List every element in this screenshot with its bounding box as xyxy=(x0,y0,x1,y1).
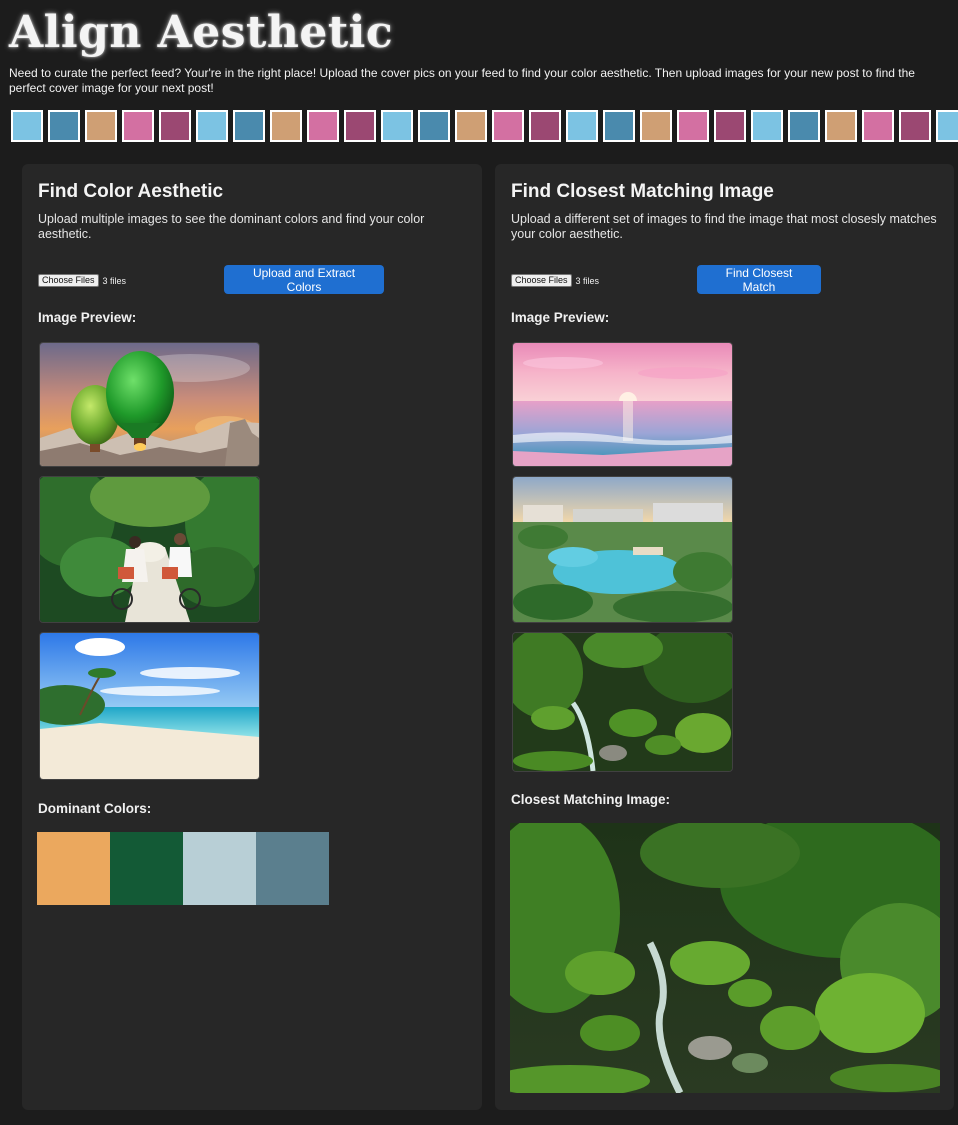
dominant-color-swatch xyxy=(110,832,183,905)
file-count-status: 3 files xyxy=(102,275,127,286)
dominant-colors-palette xyxy=(37,832,329,905)
preview-image-resort xyxy=(513,477,732,622)
aesthetic-swatch xyxy=(11,110,43,142)
aesthetic-swatch xyxy=(270,110,302,142)
choose-files-button[interactable]: Choose Files xyxy=(38,274,99,287)
find-closest-match-panel: Find Closest Matching Image Upload a dif… xyxy=(495,164,954,1110)
aesthetic-swatch xyxy=(899,110,931,142)
aesthetic-swatch xyxy=(307,110,339,142)
dominant-color-swatch xyxy=(183,832,256,905)
aesthetic-swatch xyxy=(640,110,672,142)
aesthetic-swatch xyxy=(714,110,746,142)
upload-extract-colors-button[interactable]: Upload and Extract Colors xyxy=(224,265,384,294)
preview-image-balloons xyxy=(40,343,259,466)
dominant-colors-label: Dominant Colors: xyxy=(38,801,152,816)
dominant-color-swatch xyxy=(256,832,329,905)
aesthetic-swatch xyxy=(825,110,857,142)
intro-text: Need to curate the perfect feed? Your're… xyxy=(9,66,915,95)
image-preview-label: Image Preview: xyxy=(38,310,137,325)
panel-description: Upload a different set of images to find… xyxy=(511,212,937,241)
closest-matching-image-label: Closest Matching Image: xyxy=(511,792,671,807)
find-color-aesthetic-panel: Find Color Aesthetic Upload multiple ima… xyxy=(22,164,482,1110)
panel-description: Upload multiple images to see the domina… xyxy=(38,212,425,241)
aesthetic-swatch xyxy=(344,110,376,142)
aesthetic-swatch xyxy=(492,110,524,142)
aesthetic-swatch xyxy=(233,110,265,142)
closest-matching-image xyxy=(510,823,940,1093)
panel-heading: Find Color Aesthetic xyxy=(38,181,224,202)
aesthetic-swatch xyxy=(159,110,191,142)
aesthetic-swatch xyxy=(936,110,958,142)
aesthetic-swatch-strip xyxy=(11,110,958,144)
aesthetic-swatch xyxy=(677,110,709,142)
file-input-row: Choose Files 3 files xyxy=(38,274,126,287)
aesthetic-swatch xyxy=(48,110,80,142)
preview-image-beach xyxy=(40,633,259,779)
aesthetic-swatch xyxy=(529,110,561,142)
aesthetic-swatch xyxy=(751,110,783,142)
aesthetic-swatch xyxy=(381,110,413,142)
aesthetic-swatch xyxy=(788,110,820,142)
preview-image-pink-sunset xyxy=(513,343,732,466)
aesthetic-swatch xyxy=(455,110,487,142)
aesthetic-swatch xyxy=(603,110,635,142)
image-preview-label: Image Preview: xyxy=(511,310,610,325)
aesthetic-swatch xyxy=(566,110,598,142)
preview-image-jungle-bikes xyxy=(40,477,259,622)
find-closest-match-button[interactable]: Find Closest Match xyxy=(697,265,821,294)
app-title: Align Aesthetic xyxy=(9,7,394,58)
file-input-row: Choose Files 3 files xyxy=(511,274,599,287)
panel-heading: Find Closest Matching Image xyxy=(511,181,774,202)
file-count-status: 3 files xyxy=(575,275,600,286)
aesthetic-swatch xyxy=(122,110,154,142)
aesthetic-swatch xyxy=(196,110,228,142)
aesthetic-swatch xyxy=(862,110,894,142)
choose-files-button[interactable]: Choose Files xyxy=(511,274,572,287)
aesthetic-swatch xyxy=(418,110,450,142)
dominant-color-swatch xyxy=(37,832,110,905)
aesthetic-swatch xyxy=(85,110,117,142)
preview-image-forest-stream xyxy=(513,633,732,771)
